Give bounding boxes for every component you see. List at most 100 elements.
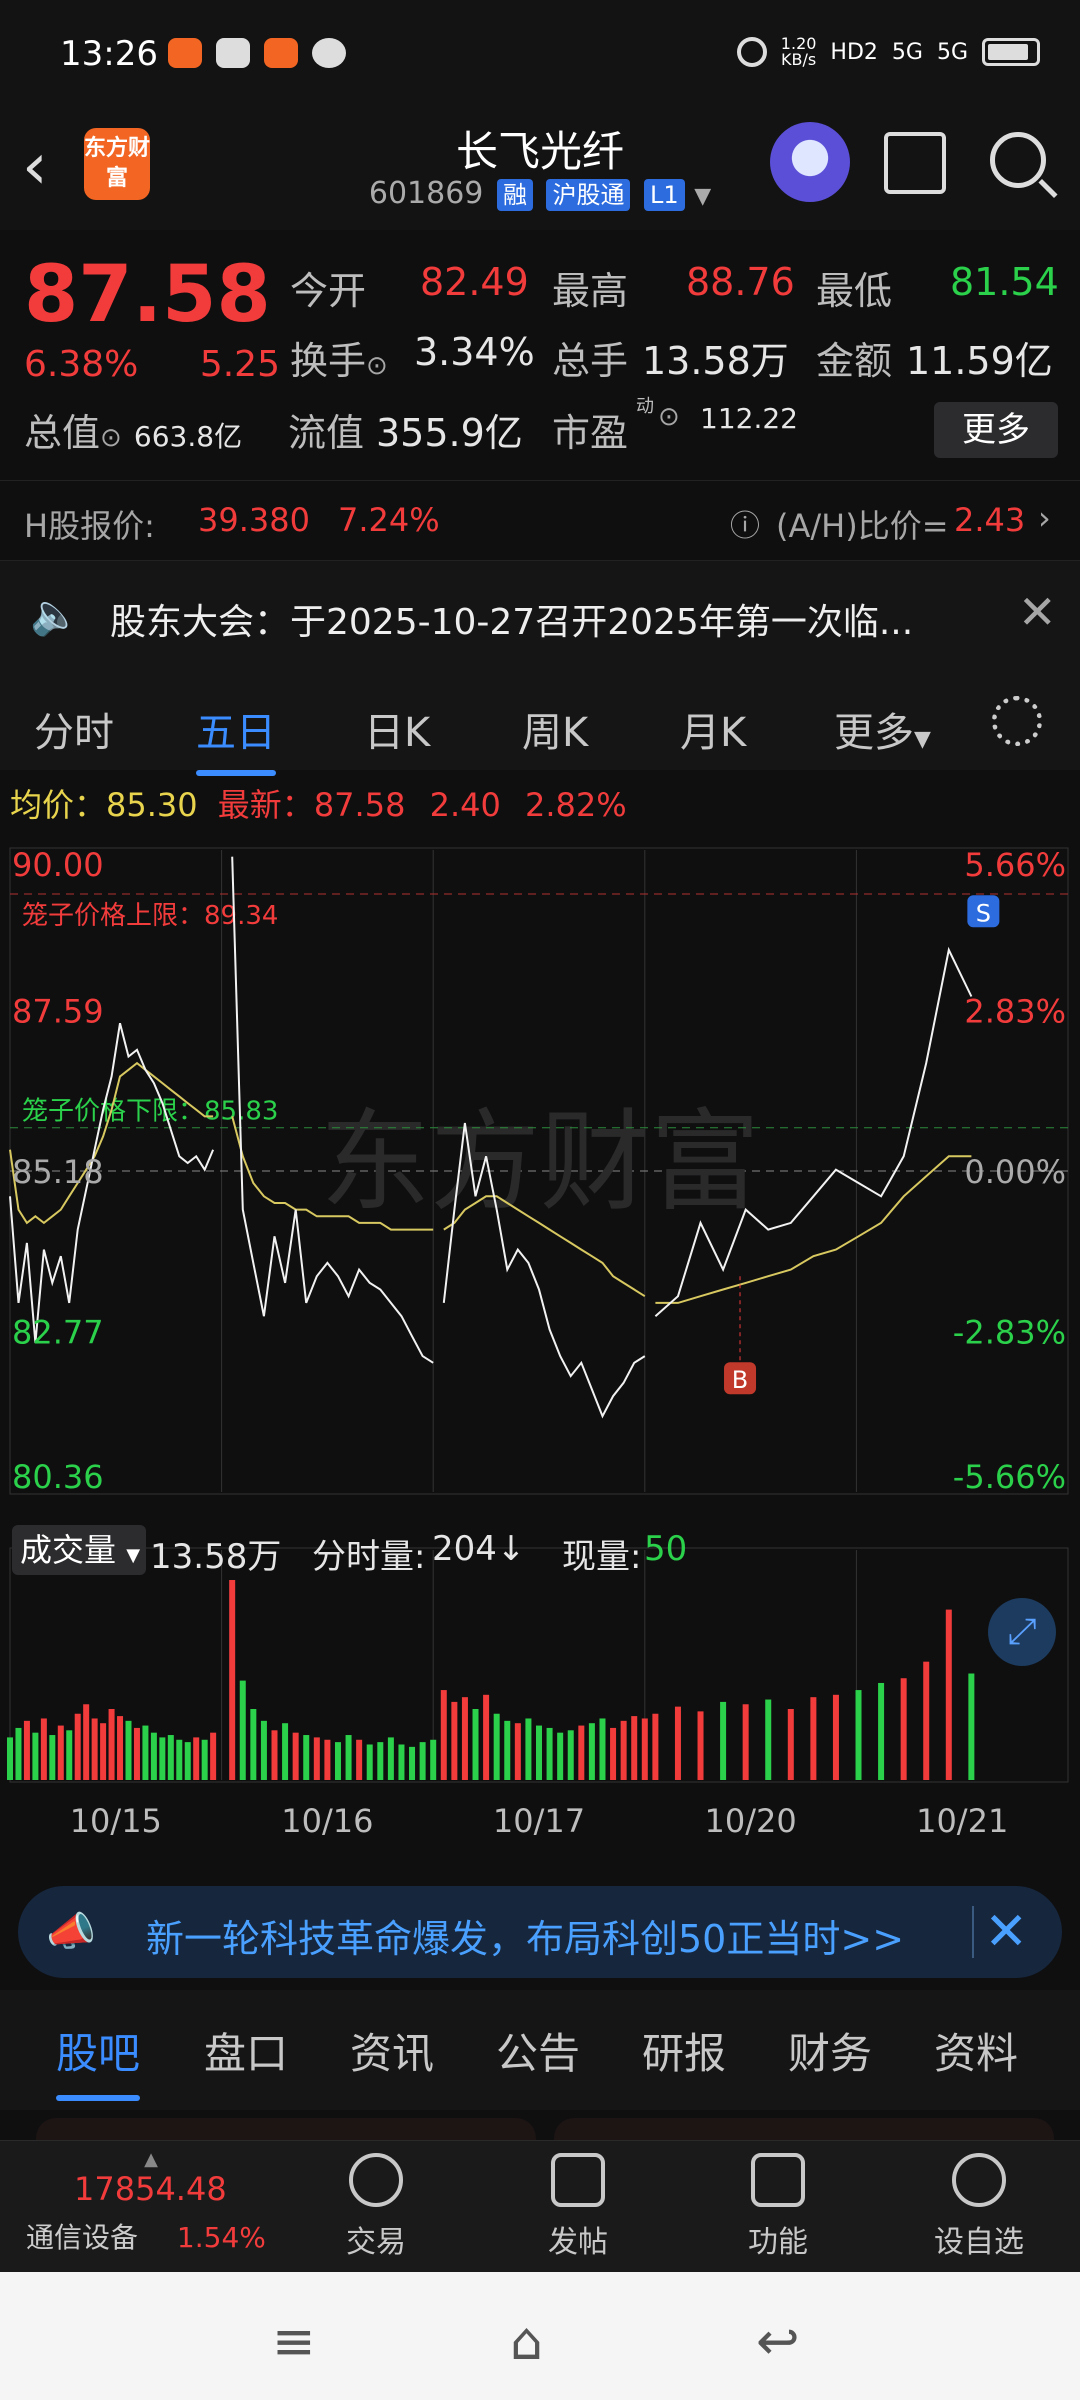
battery-icon — [982, 38, 1040, 66]
signal-icon: 5G — [891, 39, 923, 65]
trade-button[interactable]: 交易 — [336, 2153, 416, 2261]
close-icon[interactable]: ✕ — [984, 1902, 1028, 1962]
current-price: 87.58 — [24, 250, 271, 340]
volume-bar — [15, 1727, 22, 1780]
volume-bar — [303, 1735, 310, 1780]
total-volume: 13.58万 — [150, 1537, 282, 1577]
tab-forum[interactable]: 股吧 — [56, 2020, 141, 2101]
volume-bar — [472, 1709, 479, 1780]
quote-row-3: 总值⊙ 663.8亿 流值 355.9亿 市盈 动 ⊙ 112.22 — [24, 396, 924, 457]
function-button[interactable]: 功能 — [738, 2153, 818, 2261]
app-notification-icon — [168, 38, 202, 68]
volume-bar — [366, 1744, 373, 1780]
post-button[interactable]: 发帖 — [538, 2153, 618, 2261]
volume-bar — [387, 1737, 394, 1780]
volume-bar — [345, 1735, 352, 1780]
avg-value: 85.30 — [106, 786, 198, 824]
tab-announcements[interactable]: 公告 — [496, 2020, 580, 2081]
menu-icon[interactable]: ≡ — [272, 2312, 316, 2372]
volume-bar — [483, 1694, 490, 1780]
now-volume-label: 现量: — [562, 1537, 642, 1577]
volume-bar — [184, 1742, 191, 1780]
indicator-dropdown[interactable]: 成交量 ▼ — [12, 1525, 146, 1575]
volume-bar — [504, 1720, 511, 1780]
volume-bar — [176, 1739, 183, 1780]
low-label: 最低 — [816, 269, 893, 313]
tick-volume-value: 204↓ — [432, 1529, 525, 1569]
volume-bar — [260, 1720, 267, 1780]
h-share-price: 39.380 — [198, 501, 310, 539]
info-icon[interactable]: ⊙ — [658, 402, 680, 432]
y-tick-right: -2.83% — [953, 1314, 1066, 1352]
tab-weekly-k[interactable]: 周K — [522, 700, 588, 758]
info-icon[interactable]: ⊙ — [100, 423, 122, 453]
five-day-chart[interactable]: 东方财富 笼子价格上限：89.34笼子价格下限：85.83 B S 90.00 5.… — [0, 830, 1080, 1880]
tick-volume-number: 204 — [432, 1529, 497, 1569]
more-quote-button[interactable]: 更多 — [934, 402, 1058, 458]
chart-legend: 均价：85.30 最新：87.58 2.40 2.82% — [10, 780, 627, 826]
add-watchlist-button[interactable]: 设自选 — [924, 2153, 1034, 2261]
gear-icon[interactable] — [992, 696, 1042, 746]
search-icon[interactable] — [990, 132, 1046, 188]
announcement-bar[interactable]: 🔈 股东大会：于2025-10-27召开2025年第一次临... ✕ — [0, 560, 1080, 670]
expand-icon[interactable]: ⤢ — [988, 1598, 1056, 1666]
info-icon[interactable]: ⊙ — [366, 351, 388, 381]
tab-profile[interactable]: 资料 — [934, 2020, 1018, 2081]
volume-bar — [167, 1735, 174, 1780]
volume-bar — [765, 1699, 772, 1780]
x-tick-label: 10/21 — [916, 1802, 1008, 1840]
tab-orderbook[interactable]: 盘口 — [204, 2020, 288, 2081]
home-icon[interactable]: ⌂ — [510, 2312, 543, 2372]
x-axis-ticks: 10/15 10/16 10/17 10/20 10/21 — [70, 1802, 1009, 1840]
promo-banner[interactable]: 📣 新一轮科技革命爆发，布局科创50正当时>> ✕ — [18, 1886, 1062, 1978]
mktcap-value: 663.8亿 — [133, 420, 243, 453]
index-widget[interactable]: ▲ 17854.48 通信设备 1.54% — [26, 2149, 276, 2256]
trade-label: 交易 — [346, 2225, 406, 2260]
volume-bar — [493, 1713, 500, 1780]
volume-bar — [588, 1723, 595, 1780]
y-tick-left: 82.77 — [12, 1314, 104, 1352]
tab-financials[interactable]: 财务 — [788, 2020, 872, 2081]
tab-research[interactable]: 研报 — [642, 2020, 726, 2081]
volume-bar — [923, 1661, 930, 1780]
tab-more[interactable]: 更多▼ — [834, 700, 931, 758]
tab-intraday[interactable]: 分时 — [34, 700, 114, 758]
tab-monthly-k[interactable]: 月K — [680, 700, 746, 758]
volume-bar — [377, 1742, 384, 1780]
upper-limit-label: 笼子价格上限：89.34 — [22, 901, 278, 931]
y-tick-left: 80.36 — [12, 1458, 104, 1496]
float-value: 355.9亿 — [376, 411, 523, 455]
volume-bar — [536, 1725, 542, 1780]
latest-value: 87.58 — [313, 786, 406, 824]
h-share-row[interactable]: H股报价: 39.380 7.24% ⓘ (A/H)比价= 2.43 › — [0, 480, 1080, 560]
tab-more-label: 更多 — [834, 710, 914, 756]
volume-bar — [855, 1690, 862, 1780]
clock: 13:26 — [60, 34, 158, 74]
help-icon[interactable]: ⓘ — [730, 501, 760, 545]
tab-daily-k[interactable]: 日K — [364, 700, 430, 758]
indicator-label: 成交量 — [20, 1531, 117, 1569]
volume-bar — [159, 1737, 166, 1780]
system-indicators: 1.20 KB/s HD2 5G 5G — [736, 34, 1040, 69]
ai-assistant-icon[interactable] — [770, 122, 850, 202]
back-icon[interactable]: ↩ — [756, 2312, 800, 2372]
speaker-icon: 🔈 — [30, 592, 80, 638]
volume-bar — [697, 1711, 704, 1780]
volume-bar — [610, 1727, 617, 1780]
volume-label: 总手 — [552, 339, 629, 383]
tab-five-day[interactable]: 五日 — [196, 700, 276, 776]
volume-bar — [440, 1690, 447, 1780]
status-bar: 13:26 1.20 KB/s HD2 5G 5G — [0, 0, 1080, 110]
volume-bar — [878, 1682, 885, 1780]
share-icon[interactable] — [884, 132, 946, 194]
volume-bar — [142, 1725, 149, 1780]
tab-news[interactable]: 资讯 — [350, 2020, 434, 2081]
bottom-toolbar: ▲ 17854.48 通信设备 1.54% 交易 发帖 功能 设自选 — [0, 2140, 1080, 2272]
volume-bar — [409, 1746, 416, 1780]
volume-value: 13.58万 — [642, 339, 789, 383]
network-speed: 1.20 KB/s — [780, 34, 817, 69]
volume-bar — [229, 1580, 236, 1780]
close-icon[interactable]: ✕ — [1018, 585, 1057, 639]
open-value: 82.49 — [420, 260, 529, 304]
tick-volume-label: 分时量: — [312, 1537, 426, 1577]
